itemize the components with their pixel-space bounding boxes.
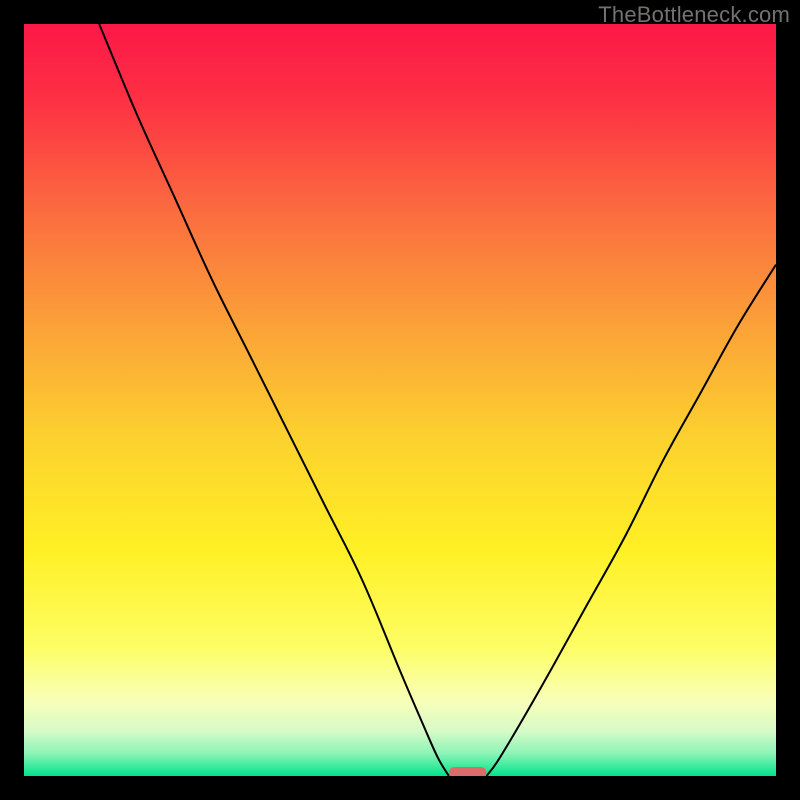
watermark-text: TheBottleneck.com [598, 2, 790, 28]
bottleneck-chart [24, 24, 776, 776]
chart-background [24, 24, 776, 776]
bottleneck-marker [449, 767, 487, 776]
chart-container: TheBottleneck.com [0, 0, 800, 800]
